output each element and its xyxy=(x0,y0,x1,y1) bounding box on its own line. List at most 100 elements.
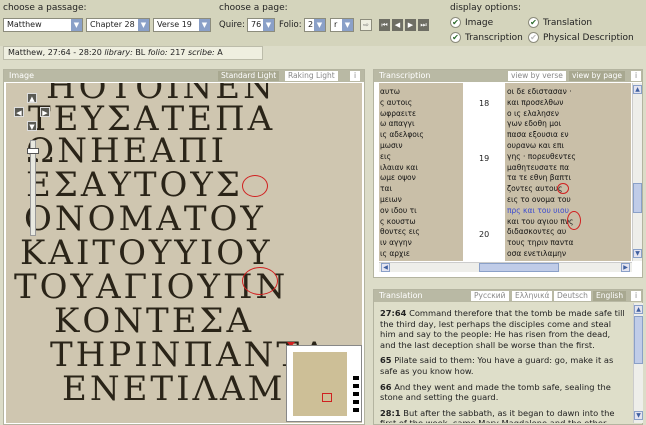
verse-select[interactable]: Verse 19 ▼ xyxy=(153,18,211,32)
chevron-down-icon: ▼ xyxy=(138,19,149,31)
scroll-up-icon[interactable]: ▲ xyxy=(633,85,642,94)
transcription-panel-header: Transcription view by verse view by page… xyxy=(374,70,642,82)
verse-value: Verse 19 xyxy=(157,20,192,29)
transcription-line: ωμε οψον xyxy=(380,173,416,183)
last-page-icon[interactable]: ⏭ xyxy=(418,19,429,31)
passage-reference: Matthew, 27:64 - 28:20 xyxy=(8,48,102,57)
tab-standard-light[interactable]: Standard Light xyxy=(218,71,280,81)
transcription-line: γων εδοθη μοι xyxy=(507,119,562,129)
annotation-circle xyxy=(557,183,569,194)
library-value: BL xyxy=(135,48,146,57)
display-options-label: display options: xyxy=(450,3,521,13)
transcription-vertical-scrollbar[interactable]: ▲ ▼ xyxy=(632,83,642,261)
image-info-icon[interactable]: i xyxy=(350,71,360,81)
scroll-up-icon[interactable]: ▲ xyxy=(634,305,643,314)
transcription-line: ις αδελφοις xyxy=(380,130,424,140)
book-value: Matthew xyxy=(7,20,42,29)
transcription-panel-title: Transcription xyxy=(379,71,431,80)
top-toolbar: choose a passage: Matthew ▼ Chapter 28 ▼… xyxy=(0,0,646,46)
zoom-slider[interactable] xyxy=(30,140,36,236)
folio-select[interactable]: 2 ▼ xyxy=(304,18,326,32)
scroll-thumb[interactable] xyxy=(634,316,643,364)
translation-body: 27:64 Command therefore that the tomb be… xyxy=(376,303,633,423)
image-option[interactable]: ✔ Image xyxy=(450,17,493,28)
transcription-line: εις xyxy=(380,151,391,161)
transcription-line: γης · πορευθεντες xyxy=(507,151,576,161)
side-select[interactable]: r ▼ xyxy=(330,18,354,32)
pan-up-icon[interactable]: ▲ xyxy=(27,93,37,103)
tab-view-by-verse[interactable]: view by verse xyxy=(508,71,566,81)
image-panel-title: Image xyxy=(9,71,35,80)
prev-page-icon[interactable]: ◀ xyxy=(392,19,403,31)
check-icon: ✔ xyxy=(450,32,461,43)
scroll-down-icon[interactable]: ▼ xyxy=(634,411,643,420)
physical-description-option[interactable]: ✔ Physical Description xyxy=(528,32,634,43)
translation-panel-title: Translation xyxy=(379,291,423,300)
verse-text: Pilate said to them: You have a guard: g… xyxy=(380,355,614,376)
viewport-indicator[interactable] xyxy=(322,393,332,402)
chapter-value: Chapter 28 xyxy=(90,20,135,29)
translation-vertical-scrollbar[interactable]: ▲ ▼ xyxy=(633,303,643,423)
transcription-line: ουρανω και επι xyxy=(507,141,564,150)
transcription-line: πασα εξουσια εν xyxy=(507,130,569,140)
chevron-down-icon: ▼ xyxy=(71,19,82,31)
transcription-line: ις αρχιε xyxy=(380,249,410,258)
zoom-slider-handle[interactable] xyxy=(27,148,39,154)
transcription-info-icon[interactable]: i xyxy=(631,71,641,81)
tab-view-by-page[interactable]: view by page xyxy=(569,71,625,81)
check-icon: ✔ xyxy=(528,32,539,43)
chapter-select[interactable]: Chapter 28 ▼ xyxy=(86,18,150,32)
verse-ref: 66 xyxy=(380,381,392,392)
check-icon: ✔ xyxy=(528,17,539,28)
scroll-left-icon[interactable]: ◀ xyxy=(381,263,390,272)
first-page-icon[interactable]: ⏮ xyxy=(379,19,390,31)
translation-verse: 27:64 Command therefore that the tomb be… xyxy=(380,308,628,350)
folio-info-value: 217 xyxy=(170,48,186,57)
tab-russian[interactable]: Русский xyxy=(471,291,509,301)
book-select[interactable]: Matthew ▼ xyxy=(3,18,83,32)
pan-down-icon[interactable]: ▼ xyxy=(27,121,37,131)
side-value: r xyxy=(334,20,338,29)
transcription-line: ωφραειτε xyxy=(380,108,417,118)
go-button[interactable]: ⇨ xyxy=(360,19,372,31)
chevron-down-icon: ▼ xyxy=(314,19,325,31)
annotation-circle xyxy=(242,175,268,197)
tab-raking-light[interactable]: Raking Light xyxy=(285,71,338,81)
transcription-line: μωσιν xyxy=(380,141,403,150)
transcription-option-label: Transcription xyxy=(465,32,523,43)
verse-text: But after the sabbath, as it began to da… xyxy=(380,407,615,423)
next-page-icon[interactable]: ▶ xyxy=(405,19,416,31)
transcription-horizontal-scrollbar[interactable]: ◀ ▶ xyxy=(379,262,632,272)
verse-number: 19 xyxy=(479,154,490,163)
tab-english[interactable]: English xyxy=(593,291,627,301)
transcription-line: μαθητευσατε πα xyxy=(507,162,570,172)
scroll-right-icon[interactable]: ▶ xyxy=(621,263,630,272)
translation-info-icon[interactable]: i xyxy=(631,291,641,301)
passage-label: choose a passage: xyxy=(3,3,87,13)
translation-panel-header: Translation Русский Ελληνικά Deutsch Eng… xyxy=(374,290,642,302)
tab-greek[interactable]: Ελληνικά xyxy=(512,291,553,301)
transcription-line: ον ιδου τι xyxy=(380,205,417,215)
quire-select[interactable]: 76 ▼ xyxy=(247,18,275,32)
pan-left-icon[interactable]: ◀ xyxy=(14,107,24,117)
chevron-down-icon: ▼ xyxy=(199,19,210,31)
transcription-line: ς αυτοις xyxy=(380,97,413,107)
scroll-thumb[interactable] xyxy=(633,183,642,213)
scribe-label: scribe: xyxy=(187,48,215,57)
verse-ref: 27:64 xyxy=(380,308,407,318)
scroll-down-icon[interactable]: ▼ xyxy=(633,249,642,258)
quire-value: 76 xyxy=(251,20,262,29)
check-icon: ✔ xyxy=(450,17,461,28)
transcription-option[interactable]: ✔ Transcription xyxy=(450,32,523,43)
transcription-line: ζοντες αυτους xyxy=(507,184,563,194)
transcription-line: οι δε εδιστασαν · xyxy=(507,87,572,96)
translation-option[interactable]: ✔ Translation xyxy=(528,17,592,28)
folio-info-label: folio: xyxy=(147,48,168,57)
transcription-line: και του αγιου πνς xyxy=(507,216,574,226)
verse-ref: 28:1 xyxy=(380,407,401,418)
pan-right-icon[interactable]: ▶ xyxy=(40,107,50,117)
scroll-thumb[interactable] xyxy=(479,263,559,272)
page-thumbnail[interactable] xyxy=(286,345,362,422)
tab-german[interactable]: Deutsch xyxy=(554,291,591,301)
verse-text: And they went and made the tomb safe, se… xyxy=(380,381,611,403)
